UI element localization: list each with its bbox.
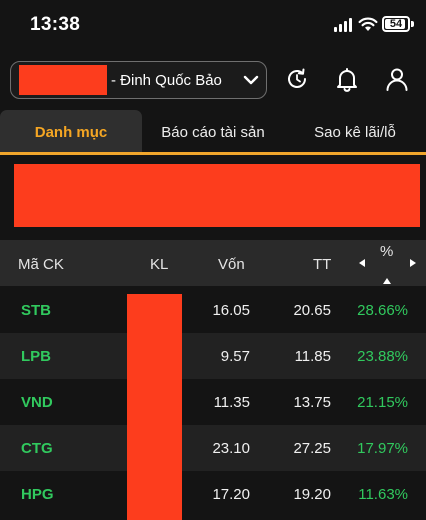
redacted-quantity-column [127,294,182,520]
market-value: 13.75 [293,394,331,411]
market-value: 19.20 [293,486,331,503]
status-bar: 13:38 54 [0,0,426,50]
stock-symbol: LPB [21,348,51,365]
gain-percent: 23.88% [357,348,408,365]
user-icon[interactable] [384,66,410,92]
gain-percent: 28.66% [357,302,408,319]
cost-value: 16.05 [212,302,250,319]
table-row[interactable]: STB 16.05 20.65 28.66% [0,287,426,333]
stock-symbol: STB [21,302,51,319]
cost-value: 23.10 [212,440,250,457]
tab-bao-cao-tai-san[interactable]: Báo cáo tài sản [142,110,284,154]
refresh-icon[interactable] [284,66,310,92]
battery-level: 54 [389,18,403,30]
redacted-summary-banner [14,164,420,227]
stock-symbol: VND [21,394,53,411]
table-row[interactable]: VND 11.35 13.75 21.15% [0,379,426,425]
bell-icon[interactable] [334,66,360,92]
chevron-down-icon [243,75,259,85]
tab-sao-ke-lai-lo[interactable]: Sao kê lãi/lỗ [284,110,426,154]
market-value: 27.25 [293,440,331,457]
header-kl: KL [150,256,169,273]
market-value: 11.85 [294,348,331,365]
gain-percent: 17.97% [357,440,408,457]
tab-bar: Danh mục Báo cáo tài sản Sao kê lãi/lỗ [0,110,426,154]
gain-percent: 21.15% [357,394,408,411]
market-value: 20.65 [293,302,331,319]
scroll-right-arrow-icon[interactable] [410,259,416,267]
cost-value: 17.20 [212,486,250,503]
header-pct[interactable]: % [380,243,393,260]
account-name: - Đinh Quốc Bảo [111,72,222,89]
tab-underline [0,152,426,155]
sort-ascending-icon [383,278,391,284]
account-selector[interactable]: - Đinh Quốc Bảo [10,61,267,99]
cost-value: 9.57 [220,348,250,365]
table-row[interactable]: CTG 23.10 27.25 17.97% [0,425,426,471]
battery-icon: 54 [382,16,410,32]
table-row[interactable]: HPG 17.20 19.20 11.63% [0,471,426,517]
scroll-left-arrow-icon[interactable] [359,259,365,267]
redacted-account-number [19,65,107,95]
cellular-signal-icon [334,18,354,32]
gain-percent: 11.63% [358,486,408,503]
stock-symbol: HPG [21,486,54,503]
table-row[interactable]: LPB 9.57 11.85 23.88% [0,333,426,379]
cost-value: 11.35 [213,394,250,411]
header-ma-ck: Mã CK [18,256,64,273]
stock-symbol: CTG [21,440,53,457]
status-time: 13:38 [30,14,81,35]
battery-cap [411,21,414,27]
header-tt: TT [313,256,332,273]
header-von: Vốn [218,256,245,273]
tab-danh-muc[interactable]: Danh mục [0,110,142,154]
wifi-icon [358,17,378,31]
